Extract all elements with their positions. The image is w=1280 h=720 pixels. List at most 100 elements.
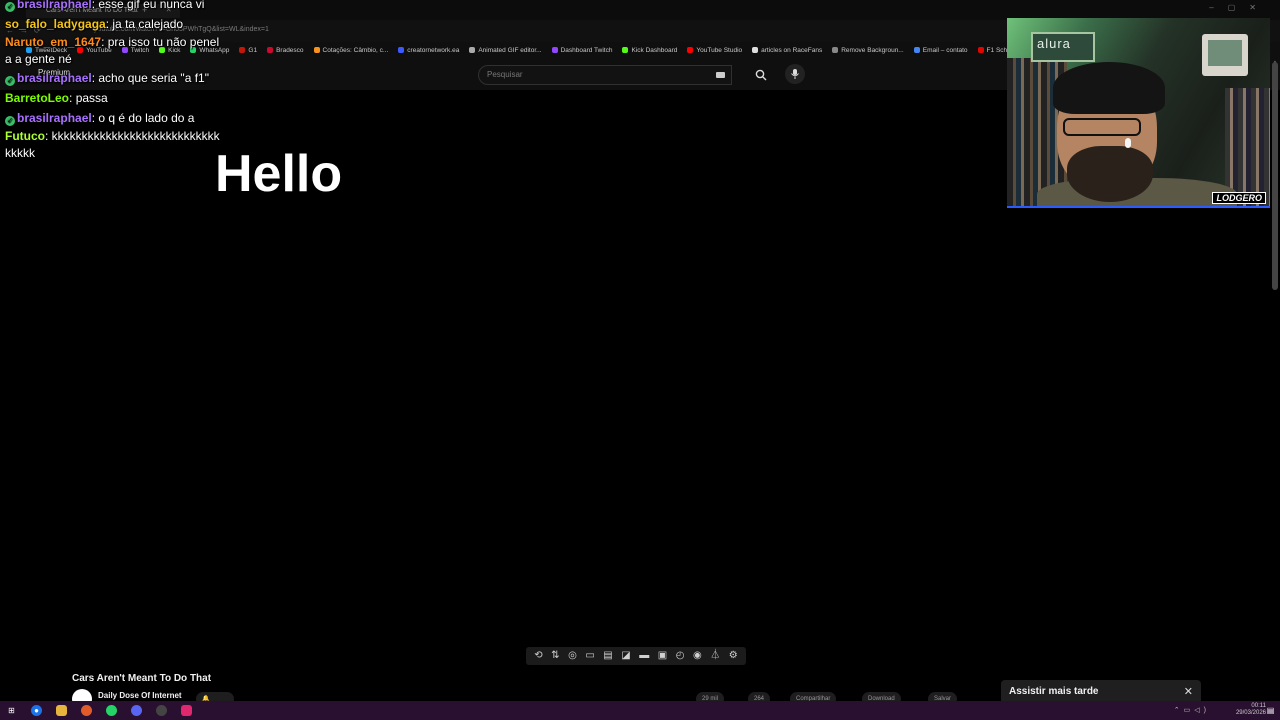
loop-icon[interactable]: ⟲ xyxy=(534,651,542,661)
clock-date: 29/03/2026 xyxy=(1235,710,1266,716)
app-icon[interactable] xyxy=(81,705,92,716)
channel-name[interactable]: Daily Dose Of Internet xyxy=(98,691,182,700)
bookmark-favicon-icon xyxy=(622,47,629,53)
chat-message: BarretoLeo: passa xyxy=(5,88,220,108)
chat-text: ja ta calejado xyxy=(112,17,184,31)
bookmark-item[interactable]: creatornetwork.ea xyxy=(398,47,459,54)
verified-badge-icon: ✓ xyxy=(5,116,15,126)
flask-icon[interactable]: ⏃ xyxy=(710,651,720,661)
player-controls: ⟲ ⇅ ◎ ▭ ▤ ◪ ▬ ▣ ◴ ◉ ⏃ ⚙ xyxy=(526,647,746,665)
bookmark-label: Kick Dashboard xyxy=(631,46,678,54)
bookmark-label: Cotações: Câmbio, c... xyxy=(322,46,389,54)
bookmark-item[interactable]: Kick Dashboard xyxy=(622,47,677,54)
bookmark-favicon-icon xyxy=(313,47,320,53)
person-cap xyxy=(1053,62,1165,114)
chat-message: ✓ brasilraphael: o q é do lado do a xyxy=(5,108,220,128)
speed-icon[interactable]: ◴ xyxy=(676,651,685,661)
bookmark-item[interactable]: Remove Backgroun... xyxy=(832,47,904,54)
chrome-icon[interactable]: ● xyxy=(31,705,42,716)
settings-gear-icon[interactable]: ⚙ xyxy=(729,651,738,661)
bookmark-item[interactable]: Animated GIF editor... xyxy=(469,46,542,54)
chat-message: ✓ brasilraphael: esse gif eu nunca vi xyxy=(5,0,220,14)
bookmark-favicon-icon xyxy=(752,47,759,53)
bookmark-favicon-icon xyxy=(398,47,405,53)
bookmark-item[interactable]: Dashboard Twitch xyxy=(551,46,613,54)
windows-taskbar: ⊞ ● ⌃▭◁) 00:11 29/03/2026 ▤ xyxy=(0,701,1280,720)
bookmark-item[interactable]: G1 xyxy=(239,47,257,54)
chat-text: acho que seria "a f1" xyxy=(98,71,209,85)
chat-message: Futuco: kkkkkkkkkkkkkkkkkkkkkkkkkkkkkkkk… xyxy=(5,128,220,162)
cast-icon[interactable]: ▭ xyxy=(585,651,594,661)
chat-message: so_falo_ladygaga: ja ta calejado xyxy=(5,14,220,34)
chat-separator: : xyxy=(69,91,76,105)
search-button[interactable] xyxy=(746,65,776,85)
chat-username: so_falo_ladygaga xyxy=(5,17,106,31)
search-box[interactable]: Pesquisar xyxy=(478,65,732,85)
bookmark-favicon-icon xyxy=(977,47,984,53)
chat-username: Futuco xyxy=(5,129,45,143)
bookmark-favicon-icon xyxy=(469,47,476,53)
bookmark-item[interactable]: Cotações: Câmbio, c... xyxy=(313,46,389,54)
bookmark-label: Remove Backgroun... xyxy=(841,46,904,54)
chat-username: brasilraphael xyxy=(17,71,92,85)
earbud xyxy=(1125,138,1131,148)
obs-icon[interactable] xyxy=(156,705,167,716)
chat-message: Naruto_em_1647: pra isso tu não penela a… xyxy=(5,34,220,68)
bookmark-favicon-icon xyxy=(239,47,246,53)
chat-text: passa xyxy=(75,91,108,105)
person-beard xyxy=(1067,146,1153,202)
chat-text: esse gif eu nunca vi xyxy=(98,0,205,11)
crop-icon[interactable]: ◪ xyxy=(621,651,630,661)
microphone-icon xyxy=(791,69,799,79)
toast-message: Assistir mais tarde xyxy=(1009,686,1099,697)
clock[interactable]: 00:11 29/03/2026 xyxy=(1236,703,1266,717)
chat-message: ✓ brasilraphael: acho que seria "a f1" xyxy=(5,68,220,88)
video-overlay-text: Hello xyxy=(215,145,343,203)
bookmark-favicon-icon xyxy=(551,47,558,53)
chat-username: brasilraphael xyxy=(17,111,92,125)
wall-sign-text: alura xyxy=(1037,36,1071,51)
file-explorer-icon[interactable] xyxy=(56,705,67,716)
chat-username: Naruto_em_1647 xyxy=(5,35,102,49)
bookmark-label: Animated GIF editor... xyxy=(478,46,542,54)
bookmark-item[interactable]: Bradesco xyxy=(267,47,304,54)
subtitles-icon[interactable]: ▣ xyxy=(658,651,667,661)
bookmark-label: articles on RaceFans xyxy=(761,46,823,54)
bookmark-label: Dashboard Twitch xyxy=(560,46,613,54)
bookmark-favicon-icon xyxy=(267,47,274,53)
system-tray-icons[interactable]: ⌃▭◁) xyxy=(1174,706,1210,714)
bookmark-favicon-icon xyxy=(832,47,839,53)
retro-computer xyxy=(1202,34,1248,76)
person-glasses xyxy=(1063,118,1141,136)
clock-time: 00:11 xyxy=(1251,703,1266,709)
search-icon xyxy=(755,69,767,81)
close-icon[interactable]: ✕ xyxy=(1184,685,1193,698)
broadcast-icon[interactable]: ◎ xyxy=(568,651,577,661)
chat-username: BarretoLeo xyxy=(5,91,70,105)
webcam-feed: alura LODGERO xyxy=(1007,18,1270,208)
window-controls[interactable]: –▢✕ xyxy=(1209,3,1270,12)
clapper-icon[interactable]: ▤ xyxy=(603,651,612,661)
notifications-icon[interactable]: ▤ xyxy=(1265,705,1276,716)
bookmark-label: creatornetwork.ea xyxy=(407,46,460,54)
app-icon-pink[interactable] xyxy=(181,705,192,716)
bookmark-item[interactable]: Email – contato xyxy=(913,47,968,54)
keyboard-icon[interactable] xyxy=(716,72,725,78)
windows-start-icon[interactable]: ⊞ xyxy=(6,705,17,716)
search-input[interactable]: Pesquisar xyxy=(487,70,523,79)
voice-search-button[interactable] xyxy=(785,64,805,84)
page-scrollbar[interactable] xyxy=(1272,62,1278,290)
bookmark-favicon-icon xyxy=(687,47,694,53)
chat-overlay: ✓ brasilraphael: esse gif eu nunca vi so_f… xyxy=(5,0,220,162)
streamer-logo: LODGERO xyxy=(1212,192,1266,204)
whatsapp-icon[interactable] xyxy=(106,705,117,716)
theater-icon[interactable]: ▬ xyxy=(639,651,649,661)
sort-icon[interactable]: ⇅ xyxy=(551,651,559,661)
bookmark-item[interactable]: YouTube Studio xyxy=(687,47,742,54)
video-title: Cars Aren't Meant To Do That xyxy=(72,673,212,684)
verified-badge-icon: ✓ xyxy=(5,76,15,86)
discord-icon[interactable] xyxy=(131,705,142,716)
verified-badge-icon: ✓ xyxy=(5,2,15,12)
bookmark-item[interactable]: articles on RaceFans xyxy=(752,47,822,54)
screenshot-icon[interactable]: ◉ xyxy=(693,651,702,661)
